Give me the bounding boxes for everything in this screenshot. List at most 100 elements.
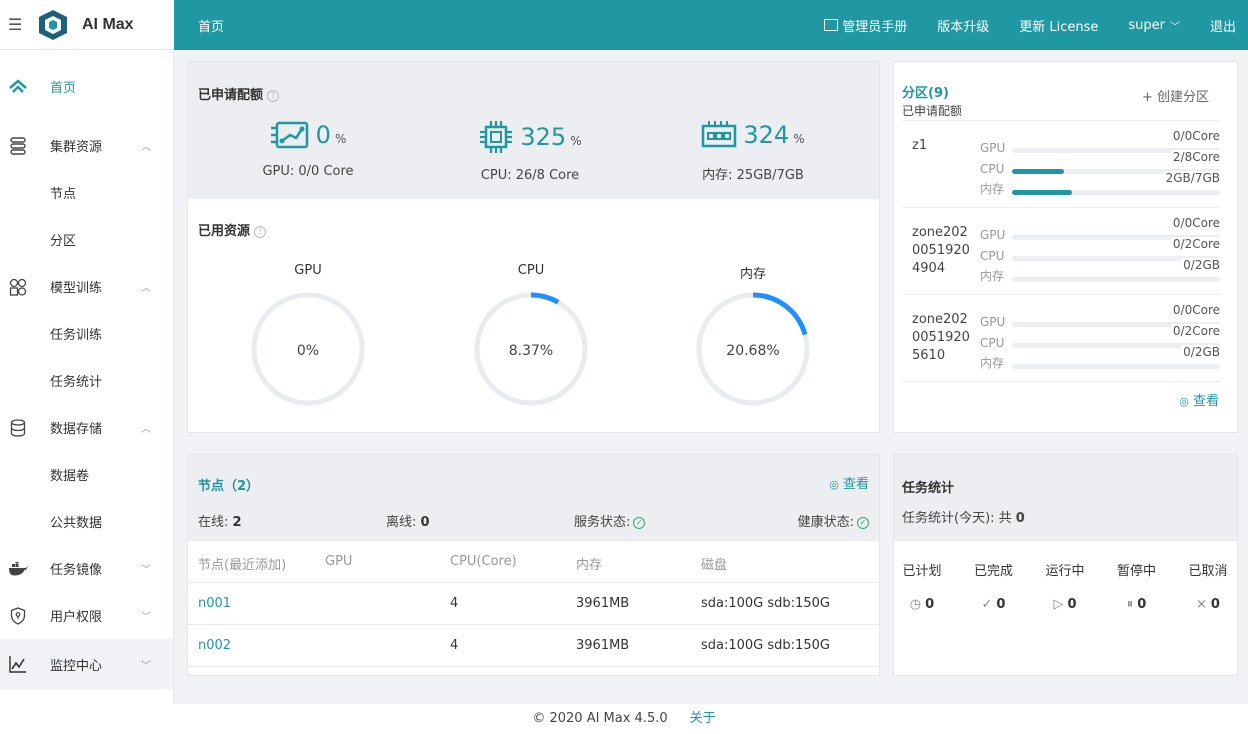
divider [902,381,1220,382]
sidebar-item-label: 节点 [50,187,77,202]
tasks-title: 任务统计 [902,481,955,496]
quota-title-text: 已申请配额 [198,88,264,103]
quota-gpu-value: 0% [208,120,408,150]
license-link[interactable]: 更新 License [1019,16,1098,35]
brand: ☰ AI Max [0,0,174,50]
column-header: 磁盘 [701,558,728,573]
chevron-down-icon: ﹀ [1169,21,1180,33]
task-stat-value[interactable]: ▷ 0 [1035,597,1095,612]
sidebar-item-partitions[interactable]: 分区 [0,216,173,263]
used-gpu-label: GPU [294,263,322,278]
task-stat-value[interactable]: ◷ 0 [892,597,952,612]
table-row: n001 4 3961MB sda:100G sdb:150G [188,583,879,625]
quota-cpu: 325% CPU: 26/8 Core [430,120,630,183]
docker-icon [8,561,28,576]
sidebar-item-storage[interactable]: 数据存储 ︿ [0,404,173,451]
service-status: 服务状态: ✓ [574,511,646,530]
hamburger-icon[interactable]: ☰ [8,15,22,34]
chevron-down-icon: ﹀ [141,565,151,576]
task-stat-value[interactable]: × 0 [1178,597,1238,612]
server-icon [8,136,28,155]
resource-label: GPU [980,141,1006,155]
brand-name: AI Max [82,15,134,33]
user-name: super [1128,17,1165,33]
resource-value: 0/0Core [1170,129,1220,143]
sidebar-item-label: 模型训练 [50,281,103,296]
sidebar-item-task-stats[interactable]: 任务统计 [0,357,173,404]
sidebar-item-training[interactable]: 模型训练 ︿ [0,263,173,310]
table-row: n002 4 3961MB sda:100G sdb:150G [188,625,879,667]
chevron-down-icon: ﹀ [141,660,151,672]
check-icon: ✓ [981,597,993,612]
partition-name[interactable]: zone2020051920 4904 [912,224,972,278]
nodes-view-label: 查看 [842,477,869,492]
task-stat-count: 0 [1067,597,1077,612]
used-memory-value: 20.68% [726,343,780,359]
online-label: 在线: [198,515,229,530]
create-partition-button[interactable]: + 创建分区 [1142,86,1209,105]
book-icon [824,19,839,31]
quota-cpu-sub: CPU: 26/8 Core [480,168,580,183]
resource-value: 2GB/7GB [1163,171,1220,185]
sidebar-item-monitor[interactable]: 监控中心 ﹀ [0,639,173,689]
gpu-icon [270,121,308,149]
resource-label: 内存 [980,356,1005,370]
partition-name[interactable]: z1 [912,137,972,155]
task-stat-value[interactable]: ✓ 0 [964,597,1024,612]
sidebar-item-nodes[interactable]: 节点 [0,169,173,216]
health-status: 健康状态: ✓ [798,511,869,530]
quota-section: 已申请配额? 0% GPU: 0/0 Core 325% CPU: 26/8 C… [188,62,879,199]
check-circle-icon: ✓ [857,516,869,529]
chevron-down-icon: ﹀ [141,612,151,623]
shield-icon [8,606,28,625]
quota-gpu: 0% GPU: 0/0 Core [208,120,408,179]
resource-value: 0/0Core [1170,216,1220,230]
sidebar-item-permissions[interactable]: 用户权限 ﹀ [0,592,173,639]
user-menu[interactable]: super ﹀ [1128,18,1180,33]
help-icon[interactable]: ? [267,89,280,102]
partition-view-link[interactable]: ◎ 查看 [1179,390,1219,409]
logo-icon [39,9,67,40]
about-link[interactable]: 关于 [690,711,716,726]
sidebar-item-task-training[interactable]: 任务训练 [0,310,173,357]
node-name-link[interactable]: n002 [198,638,231,653]
memory-icon [702,121,737,148]
progress-track [1012,277,1220,282]
sidebar-item-images[interactable]: 任务镜像 ﹀ [0,545,173,592]
footer: © 2020 AI Max 4.5.0 关于 [0,704,1248,734]
quota-memory: 324% 内存: 25GB/7GB [653,120,853,183]
nodes-view-link[interactable]: ◎ 查看 [829,473,869,492]
app: ☰ AI Max 首页 管理员手册 版本升级 更新 License super ﹀… [0,0,1248,734]
chevron-up-icon: ︿ [141,142,151,153]
sidebar-item-label: 任务训练 [50,328,103,343]
task-stat-label: 已取消 [1188,564,1228,579]
quota-gpu-number: 0 [315,121,331,149]
upgrade-link[interactable]: 版本升级 [937,16,989,35]
sidebar-item-label: 任务镜像 [50,563,103,578]
sidebar-item-volumes[interactable]: 数据卷 [0,451,173,498]
task-stat-label: 已完成 [973,564,1013,579]
used-memory-label: 内存 [739,267,766,282]
sidebar-item-cluster[interactable]: 集群资源 ︿ [0,122,173,169]
partition-name[interactable]: zone2020051920 5610 [912,311,972,365]
nodes-title: 节点（2） [198,479,260,494]
node-name-link[interactable]: n001 [198,596,231,611]
quota-gpu-unit: % [334,132,347,146]
sidebar-item-label: 监控中心 [50,658,103,674]
task-stat-value[interactable]: ⏸ 0 [1107,597,1167,612]
logout-link[interactable]: 退出 [1210,16,1236,35]
quota-memory-unit: % [793,132,805,146]
manual-label: 管理员手册 [842,19,908,35]
check-circle-icon: ✓ [633,516,646,529]
node-memory: 3961MB [576,638,630,653]
offline-label: 离线: [386,515,417,530]
sidebar-item-home[interactable]: 首页 [0,50,173,122]
task-stat-count: 0 [925,597,935,612]
quota-cpu-unit: % [570,134,582,148]
sidebar-item-public-data[interactable]: 公共数据 [0,498,173,545]
help-icon[interactable]: ? [254,225,267,238]
breadcrumb-home[interactable]: 首页 [198,16,224,35]
quota-gpu-sub: GPU: 0/0 Core [262,164,354,179]
manual-link[interactable]: 管理员手册 [824,16,907,35]
partition-resource-row: 内存 0/2GB [972,258,1220,284]
